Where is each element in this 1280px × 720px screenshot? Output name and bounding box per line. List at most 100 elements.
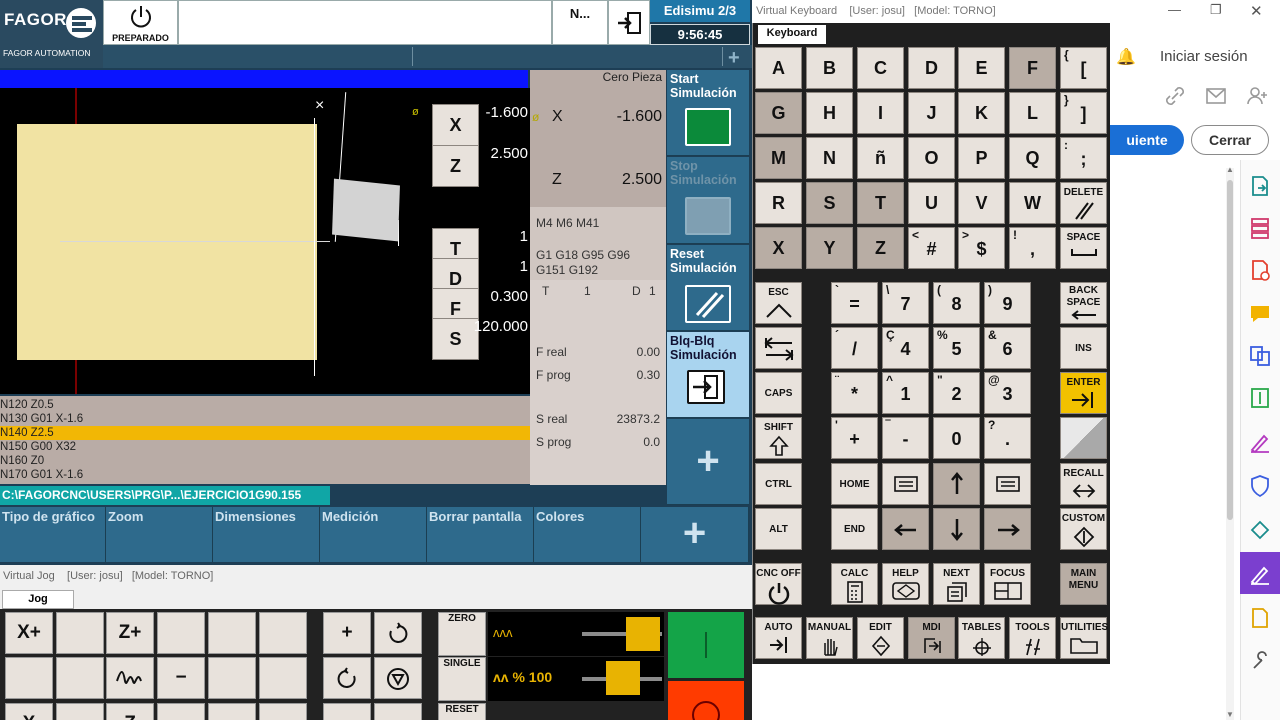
jog-key[interactable] xyxy=(56,612,104,654)
key-j[interactable]: J xyxy=(908,92,955,134)
reset-simulation-button[interactable]: Reset Simulación xyxy=(667,245,749,331)
program-line[interactable]: N120 Z0.5 xyxy=(0,398,530,412)
key-z[interactable]: Z xyxy=(857,227,904,269)
key-focus[interactable]: FOCUS xyxy=(984,563,1031,605)
key-arrow-right[interactable] xyxy=(984,508,1031,550)
key-v[interactable]: V xyxy=(958,182,1005,224)
settings-tools-icon[interactable] xyxy=(1248,650,1272,674)
program-line[interactable]: N130 G01 X-1.6 xyxy=(0,412,530,426)
key-u[interactable]: U xyxy=(908,182,955,224)
program-listing[interactable]: N120 Z0.5 N130 G01 X-1.6 N140 Z2.5 N150 … xyxy=(0,396,530,484)
scroll-down-icon[interactable]: ▼ xyxy=(1226,710,1234,719)
key-d[interactable]: D xyxy=(908,47,955,89)
more-tools-icon[interactable] xyxy=(1248,606,1272,630)
sign-icon[interactable] xyxy=(1248,562,1272,586)
key-arrow-down[interactable] xyxy=(933,508,980,550)
comment-icon[interactable] xyxy=(1248,302,1272,326)
protect-icon[interactable] xyxy=(1248,474,1272,498)
scrollbar-thumb[interactable] xyxy=(1227,180,1233,520)
key-5[interactable]: % 5 xyxy=(933,327,980,369)
key-r[interactable]: R xyxy=(755,182,802,224)
jog-key[interactable] xyxy=(259,657,307,699)
tab-keyboard[interactable]: Keyboard xyxy=(758,25,826,44)
jog-key[interactable] xyxy=(259,612,307,654)
key-8[interactable]: (8 xyxy=(933,282,980,324)
bell-icon[interactable]: 🔔 xyxy=(1116,47,1136,67)
close-window-icon[interactable]: ✕ xyxy=(1250,2,1263,20)
key-l[interactable]: L xyxy=(1009,92,1056,134)
key-delete[interactable]: DELETE xyxy=(1060,182,1107,224)
spindle-ccw-button[interactable] xyxy=(323,657,371,699)
key-a[interactable]: A xyxy=(755,47,802,89)
zero-button[interactable]: ZERO xyxy=(438,612,486,656)
softkey-zoom[interactable]: Zoom xyxy=(106,507,213,562)
power-state-button[interactable]: PREPARADO xyxy=(103,0,178,45)
mode-utilities-button[interactable]: UTILITIES xyxy=(1060,617,1108,659)
key-semicolon[interactable]: :; xyxy=(1060,137,1107,179)
key-t[interactable]: T xyxy=(857,182,904,224)
softkey-colors[interactable]: Colores xyxy=(534,507,641,562)
key-equals[interactable]: ` = xyxy=(831,282,878,324)
key-minus[interactable]: ‾ - xyxy=(882,417,929,459)
key-tab[interactable] xyxy=(755,327,802,369)
key-h[interactable]: H xyxy=(806,92,853,134)
spindle-plus-button[interactable]: + xyxy=(323,612,371,654)
key-asterisk[interactable]: ¨ * xyxy=(831,372,878,414)
key-3[interactable]: @3 xyxy=(984,372,1031,414)
key-end[interactable]: END xyxy=(831,508,878,550)
key-cnc-off[interactable]: CNC OFF xyxy=(755,563,802,605)
minimize-icon[interactable]: — xyxy=(1168,2,1181,17)
more-side-softkeys-button[interactable]: + xyxy=(667,419,749,505)
key-n[interactable]: N xyxy=(806,137,853,179)
jog-key[interactable] xyxy=(56,657,104,699)
key-2[interactable]: " 2 xyxy=(933,372,980,414)
organize-pages-icon[interactable] xyxy=(1248,216,1272,240)
rapid-override-knob[interactable] xyxy=(626,617,660,651)
program-line-current[interactable]: N140 Z2.5 xyxy=(0,426,530,440)
key-slash[interactable]: ´ / xyxy=(831,327,878,369)
key-next[interactable]: NEXT xyxy=(933,563,980,605)
spindle-key[interactable] xyxy=(323,703,371,720)
jog-key[interactable] xyxy=(157,612,205,654)
spindle-stop-button[interactable] xyxy=(374,657,422,699)
jog-minus-button[interactable]: − xyxy=(157,657,205,699)
jog-z-minus-button[interactable]: Z xyxy=(106,703,154,720)
program-line[interactable]: N160 Z0 xyxy=(0,454,530,468)
mode-manual-button[interactable]: MANUAL xyxy=(806,617,853,659)
compress-icon[interactable] xyxy=(1248,386,1272,410)
key-w[interactable]: W xyxy=(1009,182,1056,224)
jog-key[interactable] xyxy=(56,703,104,720)
key-hash[interactable]: < # xyxy=(908,227,955,269)
key-shift[interactable]: SHIFT xyxy=(755,417,802,459)
jog-key[interactable] xyxy=(208,612,256,654)
key-c[interactable]: C xyxy=(857,47,904,89)
key-b[interactable]: B xyxy=(806,47,853,89)
fill-sign-icon[interactable] xyxy=(1248,430,1272,454)
key-p[interactable]: P xyxy=(958,137,1005,179)
key-space[interactable]: SPACE xyxy=(1060,227,1107,269)
block-by-block-simulation-button[interactable]: Blq-Blq Simulación xyxy=(667,332,749,418)
key-page-up[interactable] xyxy=(882,463,929,505)
key-calc[interactable]: CALC xyxy=(831,563,878,605)
mode-mdi-button[interactable]: MDI xyxy=(908,617,955,659)
key-m[interactable]: M xyxy=(755,137,802,179)
key-dollar[interactable]: > $ xyxy=(958,227,1005,269)
next-button[interactable]: uiente xyxy=(1110,125,1184,155)
key-k[interactable]: K xyxy=(958,92,1005,134)
jog-key[interactable] xyxy=(259,703,307,720)
add-window-icon[interactable]: + xyxy=(728,47,740,70)
link-icon[interactable] xyxy=(1164,85,1186,107)
key-arrow-left[interactable] xyxy=(882,508,929,550)
key-main-menu[interactable]: MAIN MENU xyxy=(1060,563,1107,605)
scroll-up-icon[interactable]: ▲ xyxy=(1226,165,1234,174)
key-4[interactable]: Ç4 xyxy=(882,327,929,369)
single-button[interactable]: SINGLE xyxy=(438,657,486,701)
softkey-clear-screen[interactable]: Borrar pantalla xyxy=(427,507,534,562)
close-button[interactable]: Cerrar xyxy=(1191,125,1269,155)
rapid-traverse-button[interactable] xyxy=(106,657,154,699)
key-n-tilde[interactable]: ñ xyxy=(857,137,904,179)
spindle-cw-button[interactable] xyxy=(374,612,422,654)
key-help[interactable]: HELP xyxy=(882,563,929,605)
close-graphic-icon[interactable]: × xyxy=(315,97,324,115)
mode-tools-button[interactable]: TOOLS xyxy=(1009,617,1056,659)
